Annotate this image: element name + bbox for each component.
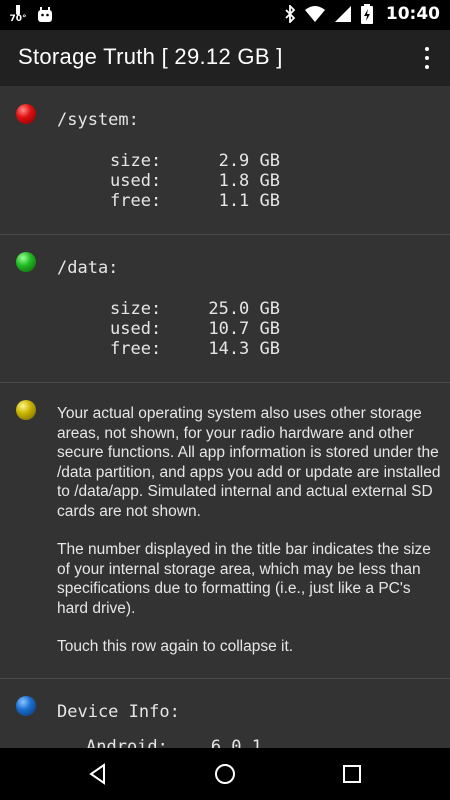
size-value: 2.9 GB: [218, 151, 280, 171]
device-info-stats: Android: 6.0.1: [86, 737, 262, 748]
storage-row-system[interactable]: /system: size: 2.9 GB used: 1.8 GB free:…: [0, 86, 450, 235]
yellow-ball-icon: [16, 400, 36, 420]
overflow-menu-icon-dot: [425, 55, 429, 60]
red-ball-icon: [16, 104, 36, 124]
stats-data: size: 25.0 GB used: 10.7 GB free: 14.3 G…: [110, 299, 280, 359]
stat-line-used: used: 1.8 GB: [110, 171, 280, 191]
used-label: used:: [110, 171, 162, 191]
android-debug-icon: [38, 6, 52, 22]
android-label: Android:: [86, 737, 168, 748]
info-paragraph: Your actual operating system also uses o…: [57, 405, 441, 520]
free-value: 1.1 GB: [218, 191, 280, 211]
stats-system: size: 2.9 GB used: 1.8 GB free: 1.1 GB: [110, 151, 280, 211]
info-text-block: Your actual operating system also uses o…: [57, 404, 445, 676]
overflow-menu-icon-dot: [425, 46, 429, 51]
free-value: 14.3 GB: [208, 339, 280, 359]
used-label: used:: [110, 319, 162, 339]
overflow-menu-icon-dot: [425, 65, 429, 70]
used-value: 10.7 GB: [208, 319, 280, 339]
navigation-bar: [0, 748, 450, 800]
status-bar: 70° 10:40: [0, 0, 450, 30]
used-value: 1.8 GB: [218, 171, 280, 191]
battery-icon: [360, 4, 373, 24]
size-label: size:: [110, 299, 162, 319]
stat-line-android: Android: 6.0.1: [86, 737, 262, 748]
app-title: Storage Truth [ 29.12 GB ]: [18, 44, 283, 69]
green-ball-icon: [16, 252, 36, 272]
storage-row-data[interactable]: /data: size: 25.0 GB used: 10.7 GB free:…: [0, 235, 450, 383]
size-value: 25.0 GB: [208, 299, 280, 319]
wifi-icon: [304, 6, 325, 22]
signal-icon: [334, 6, 351, 22]
temperature-text: 70°: [9, 14, 27, 24]
back-icon[interactable]: [86, 762, 110, 786]
stat-line-size: size: 25.0 GB: [110, 299, 280, 319]
info-paragraph: Touch this row again to collapse it.: [57, 638, 294, 655]
android-value: 6.0.1: [210, 737, 262, 748]
free-label: free:: [110, 339, 162, 359]
home-icon[interactable]: [213, 762, 237, 786]
storage-list: /system: size: 2.9 GB used: 1.8 GB free:…: [0, 86, 450, 748]
stat-line-size: size: 2.9 GB: [110, 151, 280, 171]
size-label: size:: [110, 151, 162, 171]
storage-row-info[interactable]: Your actual operating system also uses o…: [0, 383, 450, 679]
mount-name-system: /system:: [57, 110, 139, 130]
info-paragraph: The number displayed in the title bar in…: [57, 541, 431, 617]
blue-ball-icon: [16, 696, 36, 716]
status-right-group: 10:40: [284, 4, 440, 24]
recents-icon[interactable]: [340, 762, 364, 786]
temperature-icon: 70°: [9, 5, 27, 24]
clock: 10:40: [385, 4, 440, 24]
stat-line-free: free: 1.1 GB: [110, 191, 280, 211]
free-label: free:: [110, 191, 162, 211]
status-left-group: 70°: [9, 5, 54, 24]
mount-name-data: /data:: [57, 258, 119, 278]
storage-row-device[interactable]: Device Info: Android: 6.0.1: [0, 679, 450, 748]
device-info-title: Device Info:: [57, 702, 180, 722]
bluetooth-icon: [285, 5, 296, 23]
stat-line-free: free: 14.3 GB: [110, 339, 280, 359]
overflow-menu-button[interactable]: [422, 44, 432, 72]
stat-line-used: used: 10.7 GB: [110, 319, 280, 339]
app-bar: Storage Truth [ 29.12 GB ]: [0, 30, 450, 86]
